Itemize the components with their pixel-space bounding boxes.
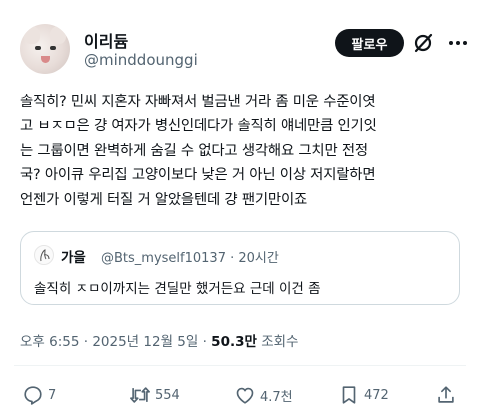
avatar-ear: [24, 26, 40, 44]
reply-button[interactable]: 7: [22, 384, 56, 406]
post-header: 이리듐 @minddounggi 팔로우: [14, 24, 467, 76]
view-label: 조회수: [256, 334, 299, 350]
post-meta: 오후 6:55 · 2025년 12월 5일 · 50.3만 조회수: [20, 330, 298, 350]
repost-icon: [130, 387, 150, 403]
share-icon: [438, 386, 454, 403]
avatar-eye: [35, 46, 41, 50]
avatar[interactable]: [20, 24, 70, 74]
post-text-line: 는 그룹이면 완벽하게 숨길 수 없다고 생각해요 그치만 전정: [20, 142, 368, 159]
bookmark-count: 472: [364, 387, 389, 403]
like-button[interactable]: 4.7천: [234, 384, 293, 406]
author-handle[interactable]: @minddounggi: [84, 51, 198, 69]
author-name[interactable]: 이리듐: [84, 28, 128, 52]
divider: [14, 365, 466, 366]
share-button[interactable]: [435, 384, 457, 406]
avatar-ear: [50, 26, 66, 44]
repost-button[interactable]: 554: [129, 384, 180, 406]
post-text-line: 국? 아이큐 우리집 고양이보다 낮은 거 아닌 이상 저지랄하면: [20, 167, 376, 184]
repost-count: 554: [155, 387, 180, 403]
avatar-eye: [50, 46, 56, 50]
post-text-line: 언젠가 이렇게 터질 거 알았을텐데 걍 팬기만이죠: [20, 191, 308, 208]
like-icon: [236, 387, 254, 404]
post-text-line: 솔직히? 민씨 지혼자 자빠져서 벌금낸 거라 좀 미운 수준이엿: [20, 94, 376, 110]
bookmark-icon: [342, 386, 356, 404]
quote-text: 솔직히 ㅈㅁ이까지는 견딜만 했거든요 근데 이건 좀: [34, 281, 321, 297]
grok-icon[interactable]: [411, 31, 435, 55]
post-timestamp[interactable]: 오후 6:55 · 2025년 12월 5일 ·: [20, 334, 211, 350]
quote-meta: @Bts_myself10137 · 20시간: [101, 251, 279, 266]
quoted-post[interactable]: 가을 @Bts_myself10137 · 20시간 솔직히 ㅈㅁ이까지는 견딜…: [20, 231, 460, 305]
reply-icon: [24, 386, 42, 405]
reply-count: 7: [48, 387, 57, 403]
bookmark-button[interactable]: 472: [338, 384, 389, 406]
avatar-mouth: [41, 56, 50, 63]
like-count: 4.7천: [260, 389, 293, 405]
quote-author-name: 가을: [61, 250, 86, 266]
more-icon[interactable]: [446, 31, 470, 55]
view-count: 50.3만: [211, 334, 257, 350]
post-text: 솔직히? 민씨 지혼자 자빠져서 벌금낸 거라 좀 미운 수준이엿 고 ㅂㅈㅁ은…: [20, 90, 468, 212]
post-text-line: 고 ㅂㅈㅁ은 걍 여자가 병신인데다가 솔직히 얘네만큼 인기잇: [20, 118, 377, 135]
follow-button[interactable]: 팔로우: [335, 29, 404, 57]
action-bar: 7 554 4.7천 472: [0, 384, 480, 408]
quote-avatar: [34, 245, 54, 265]
